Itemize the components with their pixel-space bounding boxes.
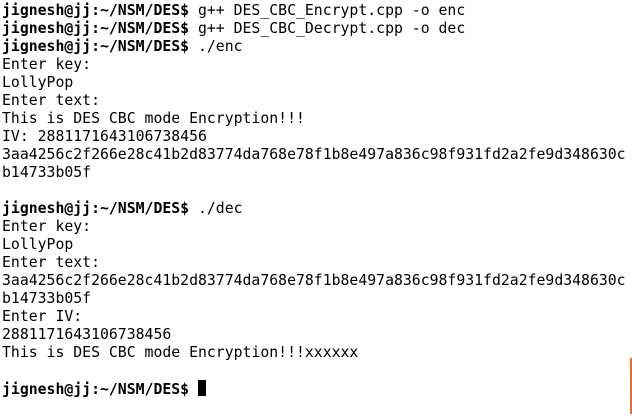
output-line: Enter key: bbox=[2, 56, 92, 73]
output-line: Enter IV: bbox=[2, 308, 83, 325]
output-line: This is DES CBC mode Encryption!!! bbox=[2, 110, 305, 127]
command-text: ./dec bbox=[189, 200, 243, 217]
command-text bbox=[189, 381, 198, 398]
shell-prompt: jignesh@jj:~/NSM/DES$ bbox=[2, 381, 190, 398]
command-line: jignesh@jj:~/NSM/DES$ g++ DES_CBC_Decryp… bbox=[2, 20, 630, 38]
command-line: jignesh@jj:~/NSM/DES$ ./dec bbox=[2, 200, 630, 218]
command-line: jignesh@jj:~/NSM/DES$ ./enc bbox=[2, 38, 630, 56]
output-line: IV: 2881171643106738456 bbox=[2, 128, 207, 145]
output-line: 3aa4256c2f266e28c41b2d83774da768e78f1b8e… bbox=[2, 146, 626, 163]
output-line: LollyPop bbox=[2, 74, 74, 91]
command-text: ./enc bbox=[189, 38, 243, 55]
text-cursor[interactable] bbox=[198, 380, 206, 396]
command-text: g++ DES_CBC_Decrypt.cpp -o dec bbox=[189, 20, 466, 37]
output-line: This is DES CBC mode Encryption!!!xxxxxx bbox=[2, 344, 359, 361]
output-line: 3aa4256c2f266e28c41b2d83774da768e78f1b8e… bbox=[2, 272, 626, 289]
shell-prompt: jignesh@jj:~/NSM/DES$ bbox=[2, 2, 190, 19]
command-text: g++ DES_CBC_Encrypt.cpp -o enc bbox=[189, 2, 466, 19]
terminal-output[interactable]: jignesh@jj:~/NSM/DES$ g++ DES_CBC_Encryp… bbox=[2, 2, 630, 414]
output-line: Enter text: bbox=[2, 254, 100, 271]
output-line: Enter key: bbox=[2, 218, 92, 235]
output-line: Enter text: bbox=[2, 92, 100, 109]
output-line: b14733b05f bbox=[2, 164, 92, 181]
shell-prompt: jignesh@jj:~/NSM/DES$ bbox=[2, 20, 190, 37]
output-line: LollyPop bbox=[2, 236, 74, 253]
command-line: jignesh@jj:~/NSM/DES$ bbox=[2, 380, 630, 398]
shell-prompt: jignesh@jj:~/NSM/DES$ bbox=[2, 200, 190, 217]
command-line: jignesh@jj:~/NSM/DES$ g++ DES_CBC_Encryp… bbox=[2, 2, 630, 20]
output-line: b14733b05f bbox=[2, 290, 92, 307]
output-line: 2881171643106738456 bbox=[2, 326, 172, 343]
shell-prompt: jignesh@jj:~/NSM/DES$ bbox=[2, 38, 190, 55]
